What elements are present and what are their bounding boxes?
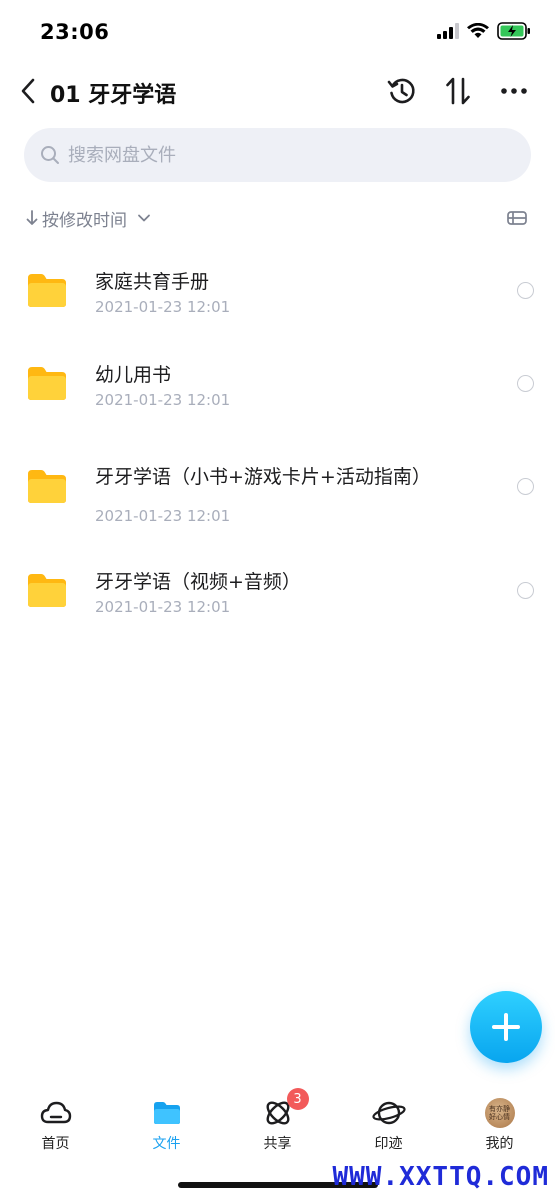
search-box[interactable]	[24, 128, 531, 182]
sort-by-button[interactable]: 按修改时间	[26, 206, 151, 231]
select-checkbox[interactable]	[517, 478, 534, 495]
navigation-bar: 01 牙牙学语	[0, 66, 555, 118]
file-date: 2021-01-23 12:01	[95, 298, 231, 316]
folder-icon	[28, 470, 66, 503]
add-button[interactable]	[470, 991, 542, 1063]
file-date: 2021-01-23 12:01	[95, 598, 231, 616]
back-button[interactable]	[14, 74, 42, 108]
folder-icon	[28, 274, 66, 307]
list-item[interactable]: 幼儿用书 2021-01-23 12:01	[0, 332, 555, 424]
tab-icon-wrap	[371, 1096, 406, 1130]
tab-label: 文件	[152, 1136, 181, 1152]
view-mode-button[interactable]	[505, 206, 529, 230]
tab-icon-wrap	[39, 1096, 73, 1130]
signal-icon	[437, 23, 459, 39]
more-button[interactable]	[497, 74, 531, 108]
tab-label: 共享	[263, 1136, 292, 1152]
history-button[interactable]	[385, 74, 419, 108]
wifi-icon	[467, 23, 489, 38]
tab-home[interactable]: 首页	[0, 1090, 111, 1160]
folder-icon	[153, 1102, 180, 1124]
battery-charging-icon	[497, 22, 530, 40]
planet-icon	[371, 1101, 406, 1125]
status-icons	[437, 22, 531, 40]
sort-label: 按修改时间	[42, 210, 127, 231]
list-item[interactable]: 牙牙学语（视频+音频） 2021-01-23 12:01	[0, 540, 555, 632]
tab-files[interactable]: 文件	[111, 1090, 222, 1160]
file-name: 幼儿用书	[95, 364, 172, 386]
sort-row: 按修改时间	[26, 202, 531, 234]
tab-icon-wrap: 有亦静 好心情	[483, 1096, 517, 1130]
more-horizontal-icon	[501, 88, 527, 94]
chevron-down-icon	[138, 214, 150, 222]
chevron-left-icon	[21, 78, 35, 104]
file-name: 家庭共育手册	[95, 271, 210, 293]
list-view-icon	[507, 211, 527, 225]
plus-icon	[492, 1013, 520, 1041]
file-date: 2021-01-23 12:01	[95, 507, 231, 525]
cloud-icon	[40, 1101, 71, 1124]
search-input[interactable]	[68, 144, 488, 166]
tab-share[interactable]: 3 共享	[222, 1088, 333, 1160]
arrow-down-icon	[26, 210, 38, 225]
tab-bar: 首页 文件 3 共享 印迹 有亦静 好心情 我的	[0, 1088, 555, 1160]
tab-label: 首页	[41, 1136, 70, 1152]
status-bar: 23:06	[0, 0, 555, 66]
select-checkbox[interactable]	[517, 375, 534, 392]
list-item[interactable]: 家庭共育手册 2021-01-23 12:01	[0, 240, 555, 332]
tab-footprints[interactable]: 印迹	[333, 1090, 444, 1160]
folder-icon	[28, 574, 66, 607]
file-name: 牙牙学语（小书+游戏卡片+活动指南）	[95, 466, 431, 488]
tab-icon-wrap: 3	[261, 1088, 309, 1130]
history-icon	[387, 78, 415, 104]
swap-vertical-icon	[446, 77, 470, 105]
file-name: 牙牙学语（视频+音频）	[95, 571, 301, 593]
select-checkbox[interactable]	[517, 582, 534, 599]
select-checkbox[interactable]	[517, 282, 534, 299]
tab-profile[interactable]: 有亦静 好心情 我的	[444, 1090, 555, 1160]
tab-label: 印迹	[374, 1136, 403, 1152]
notification-badge: 3	[286, 1088, 309, 1110]
file-date: 2021-01-23 12:01	[95, 391, 231, 409]
list-item[interactable]: 牙牙学语（小书+游戏卡片+活动指南） 2021-01-23 12:01	[0, 424, 555, 540]
nav-actions	[385, 74, 531, 108]
tab-icon-wrap	[150, 1096, 184, 1130]
sort-order-button[interactable]	[441, 74, 475, 108]
tab-label: 我的	[485, 1136, 514, 1152]
avatar-text: 有亦静 好心情	[489, 1105, 510, 1121]
search-icon	[41, 146, 59, 164]
avatar: 有亦静 好心情	[484, 1098, 515, 1128]
status-time: 23:06	[40, 20, 110, 44]
page-title: 01 牙牙学语	[50, 83, 177, 108]
watermark: WWW.XXTTQ.COM	[332, 1162, 549, 1192]
folder-icon	[28, 367, 66, 400]
